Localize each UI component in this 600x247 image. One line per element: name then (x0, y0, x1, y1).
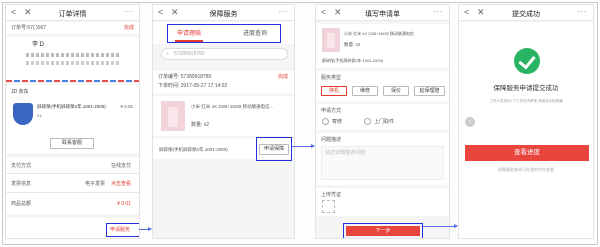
search-placeholder: 57389918780 (174, 51, 205, 57)
divider (6, 173, 139, 174)
search-input[interactable]: ⌕ 57389918780 (161, 48, 288, 60)
apply-method-block: 申请方式 寄修 上门取件 (316, 104, 449, 130)
highlight-box (256, 137, 292, 161)
shield-icon (13, 103, 33, 125)
type-option-repair[interactable]: 维修 (352, 86, 378, 96)
guarantee-service-screen: < ✕ 保障服务 ··· 申请理赔 进度查询 ⌕ 57389918780 订单编… (152, 4, 295, 239)
service-item: 屏碎保(手机屏碎保2年,1001-2000) (159, 147, 228, 152)
address-block: 李 D (6, 37, 139, 82)
more-icon[interactable]: ··· (279, 7, 289, 16)
flow-arrow (423, 224, 458, 228)
success-subtext: 工作人员将在1个工作日内审核,请保持手机畅通 (489, 99, 563, 103)
product-name[interactable]: 屏碎保(手机屏碎保2年,1001-2000) (37, 104, 106, 110)
divider (6, 192, 139, 193)
apply-method-label: 申请方式 (321, 108, 342, 114)
method-radio-pickup[interactable] (364, 118, 371, 125)
invoice-value: 电子发票 (84, 181, 105, 187)
contact-service-button[interactable]: 联系客服 (50, 138, 94, 149)
search-icon: ⌕ (166, 51, 169, 57)
service-item: 屏碎保(手机屏碎保2年,1001-2000) (322, 58, 384, 63)
product-qty: 数量: x2 (344, 42, 361, 47)
success-message: 保障服务申请提交成功 (493, 85, 559, 92)
phone-thumbnail (322, 28, 340, 52)
highlight-box (167, 24, 281, 43)
phone-thumbnail (161, 101, 185, 131)
product-price: ¥ 0.01 (120, 104, 133, 109)
product-name: 小米 红米 4X 2GB+16GB 移动联通电信... (191, 104, 274, 109)
upload-label: 上传凭证 (321, 192, 342, 198)
upload-add-icon[interactable] (322, 200, 335, 213)
page-title: 提交成功 (512, 11, 540, 18)
more-icon[interactable]: ··· (434, 7, 444, 16)
order-status: 完成 (123, 25, 134, 31)
page-title: 订单详情 (58, 11, 87, 18)
recipient-name: 李 D (32, 42, 45, 48)
flow-arrow (292, 144, 315, 148)
success-body: 保障服务申请提交成功 工作人员将在1个工作日内审核,请保持手机畅通 ‹ 查看进度… (459, 22, 593, 238)
method-mail-label: 寄修 (332, 119, 343, 125)
view-progress-button[interactable]: 查看进度 (465, 145, 589, 161)
service-type-block: 服务类型 换机 维修 保价 延保理赔 (316, 71, 449, 101)
product-row[interactable]: 小米 红米 4X 2GB+16GB 移动联通电信... 数量: x2 (153, 96, 294, 136)
payment-label: 支付方式 (11, 163, 32, 169)
order-number-row: 订单号:57( )067 完成 (6, 22, 139, 34)
product-block: JD 京东 屏碎保(手机屏碎保2年,1001-2000) ¥ 0.01 x1 联… (6, 85, 139, 153)
flow-arrow (139, 227, 152, 231)
type-option-price-protect[interactable]: 保价 (383, 86, 409, 96)
header: < ✕ 填写申请单 ··· (316, 5, 449, 21)
page-title: 保障服务 (209, 11, 238, 18)
page-title: 填写申请单 (365, 11, 400, 18)
method-pickup-label: 上门取件 (374, 119, 395, 125)
order-detail-screen: < ✕ 订单详情 ··· 订单号:57( )067 完成 李 D JD 京东 屏… (5, 4, 140, 239)
address-stripe (6, 80, 139, 82)
service-type-label: 服务类型 (321, 75, 342, 81)
total-label: 商品总额 (11, 201, 32, 207)
header: < ✕ 订单详情 ··· (6, 5, 139, 21)
footer-note: 保障服务查询可在我的京东查看 (498, 167, 554, 172)
type-option-extended-claim[interactable]: 延保理赔 (414, 86, 445, 96)
type-option-exchange[interactable]: 换机 (321, 86, 347, 96)
highlight-box (343, 223, 423, 238)
address-redacted-2 (26, 61, 121, 65)
invoice-label: 发票信息 (11, 181, 32, 187)
header: < ✕ 保障服务 ··· (153, 5, 294, 21)
application-form-screen: < ✕ 填写申请单 ··· 小米 红米 4X 2GB+16GB 移动联通电信 数… (315, 4, 450, 239)
header: < ✕ 提交成功 ··· (459, 5, 593, 21)
invoice-view-link[interactable]: 点击查看 (111, 181, 131, 187)
submit-success-screen: < ✕ 提交成功 ··· 保障服务申请提交成功 工作人员将在1个工作日内审核,请… (458, 4, 594, 239)
order-number: 订单编号: 57389918780 (158, 74, 212, 80)
product-qty: x1 (37, 113, 42, 118)
order-time: 下单时间: 2017-05-27 17:14:02 (158, 83, 228, 89)
payment-value: 在线支付 (110, 163, 131, 169)
description-block: 问题描述 请您详细描述问题 (316, 133, 449, 185)
upload-block: 上传凭证 (316, 188, 449, 216)
apply-service-button[interactable]: 申请服务 (110, 227, 130, 233)
order-number: 订单号:57( )067 (11, 25, 47, 31)
store-name: JD 京东 (11, 89, 29, 95)
success-check-icon (514, 48, 540, 74)
description-placeholder: 请您详细描述问题 (325, 150, 366, 156)
product-qty: 数量: x2 (191, 122, 210, 128)
address-redacted (26, 53, 121, 57)
info-rows: 支付方式 在线支付 发票信息 电子发票 点击查看 商品总额 ¥ 0.01 (6, 157, 139, 214)
order-info: 订单编号: 57389918780 完成 下单时间: 2017-05-27 17… (153, 71, 294, 93)
product-block: 小米 红米 4X 2GB+16GB 移动联通电信 数量: x2 屏碎保(手机屏碎… (316, 24, 449, 68)
more-icon[interactable]: ··· (578, 7, 588, 16)
back-circle-icon[interactable]: ‹ (465, 117, 475, 127)
description-textarea[interactable]: 请您详细描述问题 (321, 146, 444, 180)
more-icon[interactable]: ··· (124, 7, 134, 16)
order-status: 完成 (277, 74, 288, 80)
description-label: 问题描述 (321, 137, 342, 143)
method-radio-mail[interactable] (322, 118, 329, 125)
total-value: ¥ 0.01 (117, 201, 131, 207)
product-name: 小米 红米 4X 2GB+16GB 移动联通电信 (344, 31, 414, 36)
